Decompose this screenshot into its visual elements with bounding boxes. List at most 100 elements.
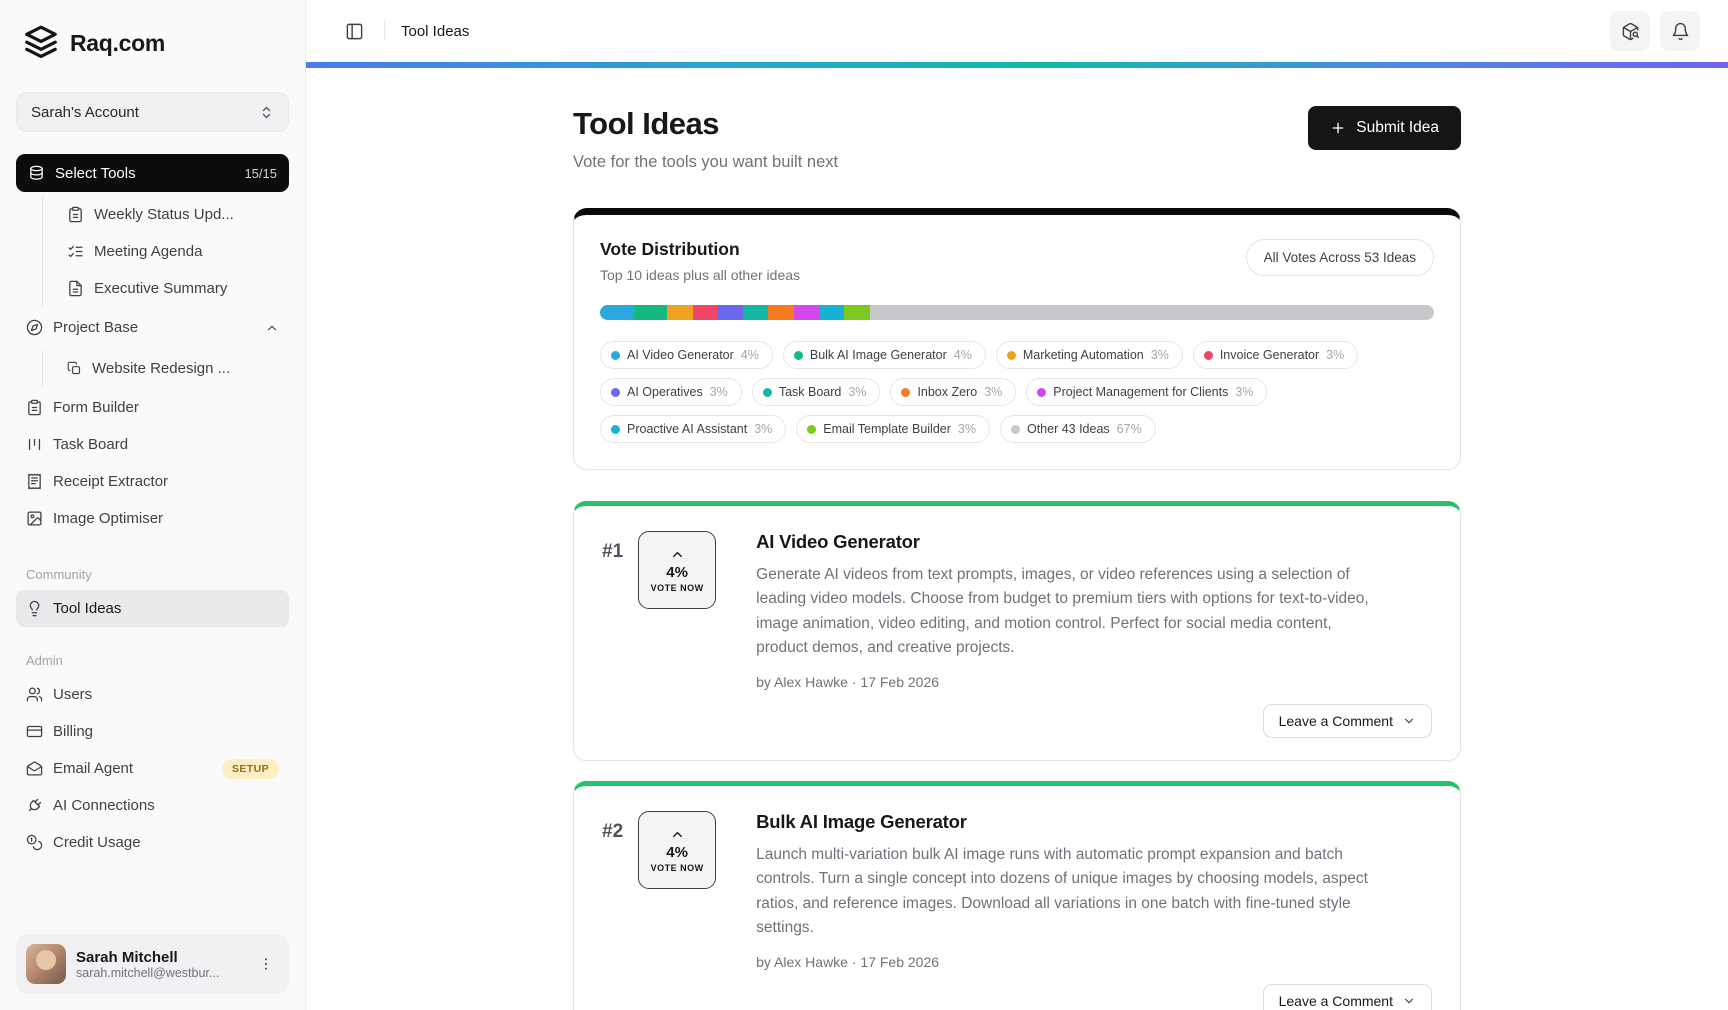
chevron-down-icon: [1402, 714, 1416, 728]
vote-percentage: 4%: [666, 564, 688, 581]
bar-segment: [870, 305, 1434, 320]
sidebar-item-weekly-status-update[interactable]: Weekly Status Upd...: [57, 196, 289, 233]
legend-percentage: 3%: [848, 385, 866, 399]
leave-comment-label: Leave a Comment: [1279, 713, 1393, 729]
sidebar-item-executive-summary[interactable]: Executive Summary: [57, 270, 289, 307]
legend-dot: [1037, 388, 1046, 397]
leave-comment-button[interactable]: Leave a Comment: [1263, 704, 1432, 738]
credit-card-icon: [26, 723, 43, 740]
sidebar-item-image-optimiser[interactable]: Image Optimiser: [16, 500, 289, 537]
sidebar-toggle-button[interactable]: [336, 13, 372, 49]
legend-pill: Other 43 Ideas67%: [1000, 415, 1156, 443]
sidebar-item-label: Project Base: [53, 319, 138, 336]
brand-logo: Raq.com: [16, 22, 289, 64]
legend-dot: [794, 351, 803, 360]
page-content: Tool Ideas Vote for the tools you want b…: [306, 68, 1728, 1010]
more-vertical-icon: [258, 956, 274, 972]
page-header: Tool Ideas Vote for the tools you want b…: [573, 106, 1461, 172]
vote-distribution-title: Vote Distribution: [600, 239, 800, 260]
user-profile-card[interactable]: Sarah Mitchell sarah.mitchell@westbur...: [16, 934, 289, 994]
app-root: Raq.com Sarah's Account Select Tools 15/…: [0, 0, 1728, 1010]
select-tools-label: Select Tools: [55, 165, 136, 182]
copy-icon: [67, 361, 82, 376]
legend-percentage: 4%: [741, 348, 759, 362]
vote-now-label: VOTE NOW: [651, 863, 704, 873]
legend-pill: Bulk AI Image Generator4%: [783, 341, 986, 369]
sidebar-item-receipt-extractor[interactable]: Receipt Extractor: [16, 463, 289, 500]
sidebar-item-credit-usage[interactable]: Credit Usage: [16, 824, 289, 861]
vote-distribution-bar: [600, 305, 1434, 320]
package-search-button[interactable]: [1610, 11, 1650, 51]
layers-logo-icon: [22, 24, 60, 62]
submit-idea-button[interactable]: Submit Idea: [1308, 106, 1461, 150]
bar-segment: [634, 305, 668, 320]
legend-percentage: 3%: [958, 422, 976, 436]
legend-pill: Inbox Zero3%: [890, 378, 1016, 406]
legend-dot: [1204, 351, 1213, 360]
vote-distribution-subtitle: Top 10 ideas plus all other ideas: [600, 267, 800, 283]
sidebar-item-users[interactable]: Users: [16, 676, 289, 713]
sidebar-item-select-tools[interactable]: Select Tools 15/15: [16, 154, 289, 192]
sidebar-item-form-builder[interactable]: Form Builder: [16, 389, 289, 426]
chevron-up-icon[interactable]: [265, 321, 279, 335]
legend-percentage: 3%: [1326, 348, 1344, 362]
legend-pill: Project Management for Clients3%: [1026, 378, 1267, 406]
legend-percentage: 3%: [754, 422, 772, 436]
kanban-icon: [26, 436, 43, 453]
topbar-actions: [1610, 11, 1700, 51]
idea-card: #1 4% VOTE NOW AI Video Generator Genera…: [573, 501, 1461, 761]
legend-pill: AI Video Generator 4%: [600, 341, 773, 369]
vote-distribution-card: Vote Distribution Top 10 ideas plus all …: [573, 208, 1461, 470]
list-checks-icon: [67, 243, 84, 260]
legend-label: Proactive AI Assistant: [627, 422, 747, 436]
sidebar-item-label: Email Agent: [53, 760, 133, 777]
sidebar-item-billing[interactable]: Billing: [16, 713, 289, 750]
legend-dot: [901, 388, 910, 397]
sidebar-item-ai-connections[interactable]: AI Connections: [16, 787, 289, 824]
user-menu-button[interactable]: [253, 951, 279, 977]
sidebar-item-meeting-agenda[interactable]: Meeting Agenda: [57, 233, 289, 270]
sidebar-item-label: Website Redesign ...: [92, 360, 230, 377]
lightbulb-icon: [26, 600, 43, 617]
sidebar-item-website-redesign[interactable]: Website Redesign ...: [57, 350, 289, 387]
breadcrumb: Tool Ideas: [401, 23, 469, 40]
package-search-icon: [1621, 22, 1640, 41]
section-label-admin: Admin: [26, 653, 279, 668]
legend-dot: [763, 388, 772, 397]
vote-distribution-legend: AI Video Generator 4% Bulk AI Image Genera…: [600, 341, 1434, 443]
sidebar-item-email-agent[interactable]: Email Agent SETUP: [16, 750, 289, 787]
account-label: Sarah's Account: [31, 104, 139, 121]
vote-button[interactable]: 4% VOTE NOW: [638, 531, 716, 609]
bar-segment: [743, 305, 768, 320]
legend-label: Project Management for Clients: [1053, 385, 1228, 399]
idea-card: #2 4% VOTE NOW Bulk AI Image Generator L…: [573, 781, 1461, 1010]
notifications-button[interactable]: [1660, 11, 1700, 51]
account-switcher[interactable]: Sarah's Account: [16, 92, 289, 132]
plus-icon: [1330, 120, 1346, 136]
legend-percentage: 3%: [1151, 348, 1169, 362]
legend-dot: [807, 425, 816, 434]
legend-pill: Proactive AI Assistant 3%: [600, 415, 786, 443]
legend-label: Bulk AI Image Generator: [810, 348, 947, 362]
sidebar-item-label: Receipt Extractor: [53, 473, 168, 490]
bar-segment: [600, 305, 634, 320]
legend-dot: [611, 388, 620, 397]
page-title: Tool Ideas: [573, 106, 838, 142]
idea-meta: by Alex Hawke · 17 Feb 2026: [756, 954, 1432, 970]
legend-dot: [611, 351, 620, 360]
vote-button[interactable]: 4% VOTE NOW: [638, 811, 716, 889]
vote-now-label: VOTE NOW: [651, 583, 704, 593]
bar-segment: [844, 305, 869, 320]
sidebar-item-tool-ideas[interactable]: Tool Ideas: [16, 590, 289, 627]
brand-name: Raq.com: [70, 30, 165, 57]
idea-meta: by Alex Hawke · 17 Feb 2026: [756, 674, 1432, 690]
sidebar-item-project-base[interactable]: Project Base: [16, 309, 289, 346]
sidebar-item-label: Billing: [53, 723, 93, 740]
sidebar-item-task-board[interactable]: Task Board: [16, 426, 289, 463]
legend-label: AI Video Generator: [627, 348, 734, 362]
legend-dot: [611, 425, 620, 434]
chevron-up-icon: [670, 827, 685, 842]
vote-percentage: 4%: [666, 844, 688, 861]
legend-percentage: 3%: [984, 385, 1002, 399]
leave-comment-button[interactable]: Leave a Comment: [1263, 984, 1432, 1010]
